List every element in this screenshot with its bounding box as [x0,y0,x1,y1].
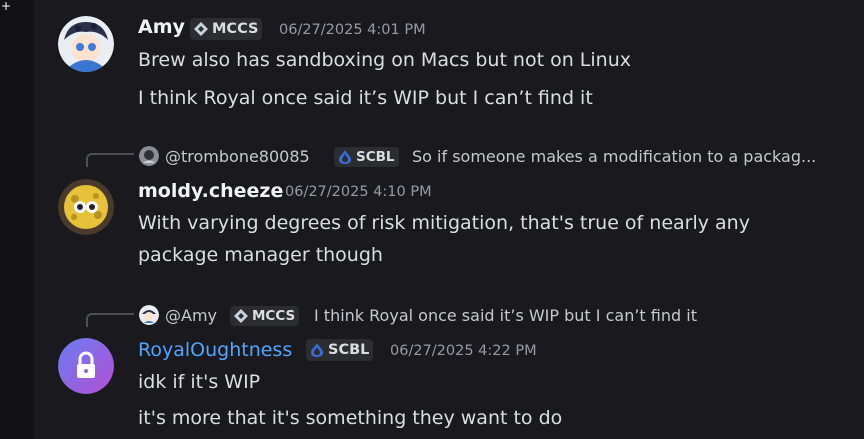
reply-text[interactable]: So if someone makes a modification to a … [412,147,816,166]
avatar[interactable] [58,179,114,235]
reply-username[interactable]: @trombone80085 [165,147,310,166]
reply-avatar[interactable] [139,305,159,325]
diamond-icon [234,309,248,323]
diamond-icon [194,22,208,36]
drop-icon [311,343,323,357]
username[interactable]: Amy [138,16,185,38]
tag-label: SCBL [356,149,395,165]
timestamp: 06/27/2025 4:22 PM [390,343,537,359]
avatar[interactable] [58,16,114,72]
username[interactable]: moldy.cheeze [138,180,283,202]
message-text: package manager though [138,244,383,266]
username[interactable]: RoyalOughtness [138,339,292,361]
reply-username[interactable]: @Amy [165,306,217,325]
reply-connector [86,313,134,327]
reply-avatar[interactable] [139,146,159,166]
tag-label: SCBL [328,342,370,358]
message-text: Brew also has sandboxing on Macs but not… [138,49,631,71]
tag-label: MCCS [252,308,296,324]
role-tag[interactable]: SCBL [306,339,374,361]
reply-connector [86,153,134,167]
message-text: it's more that it's something they want … [138,407,563,429]
timestamp: 06/27/2025 4:10 PM [285,184,432,200]
message-royaloughtness: @Amy MCCS I think Royal once said it’s W… [0,298,864,439]
reply-role-tag[interactable]: MCCS [230,306,300,326]
avatar[interactable] [58,338,114,394]
reply-text[interactable]: I think Royal once said it’s WIP but I c… [314,306,697,325]
timestamp: 06/27/2025 4:01 PM [279,22,426,38]
tag-label: MCCS [212,21,259,37]
message-moldy-cheeze: @trombone80085 SCBL So if someone makes … [0,140,864,280]
message-amy: Amy MCCS 06/27/2025 4:01 PM Brew also ha… [0,0,864,120]
message-text: I think Royal once said it’s WIP but I c… [138,87,593,109]
drop-icon [339,150,351,164]
message-text: idk if it's WIP [138,371,261,393]
message-text: With varying degrees of risk mitigation,… [138,212,750,234]
reply-role-tag[interactable]: SCBL [334,147,399,167]
role-tag[interactable]: MCCS [190,18,263,40]
